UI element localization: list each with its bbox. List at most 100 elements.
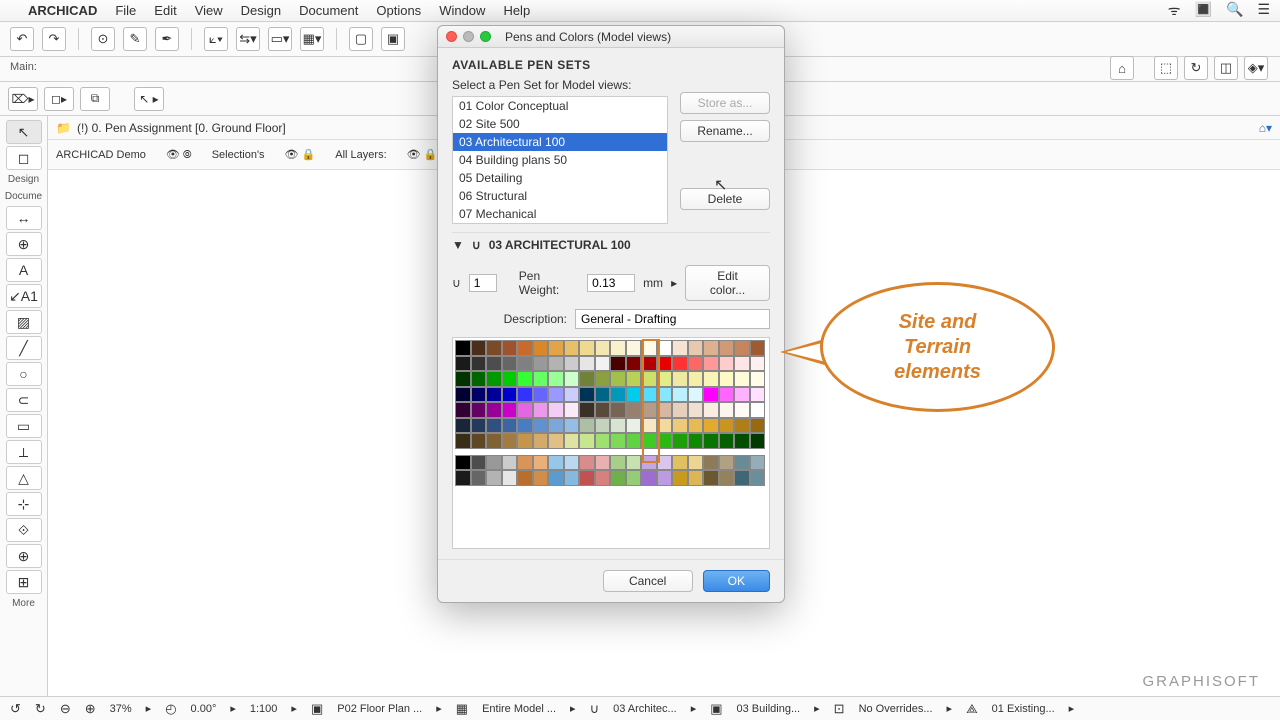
color-swatch[interactable] [486, 402, 502, 418]
color-swatch[interactable] [471, 371, 487, 387]
menu-document[interactable]: Document [299, 3, 358, 18]
color-swatch[interactable] [579, 433, 595, 449]
color-swatch[interactable] [610, 387, 626, 403]
color-swatch[interactable] [564, 371, 580, 387]
color-swatch[interactable] [641, 455, 657, 471]
color-swatch[interactable] [564, 433, 580, 449]
color-swatch[interactable] [734, 418, 750, 434]
next-view-icon[interactable]: ↻ [35, 701, 46, 717]
color-swatch[interactable] [548, 356, 564, 372]
redo-button[interactable]: ↷ [42, 27, 66, 51]
menu-edit[interactable]: Edit [154, 3, 176, 18]
dimension-button[interactable]: ▭▾ [268, 27, 292, 51]
color-swatch[interactable] [486, 470, 502, 486]
color-swatch[interactable] [610, 340, 626, 356]
color-swatch[interactable] [533, 340, 549, 356]
penset-item[interactable]: 07 Mechanical [453, 205, 667, 223]
color-swatch[interactable] [595, 356, 611, 372]
color-swatch[interactable] [455, 387, 471, 403]
color-swatch[interactable] [502, 356, 518, 372]
color-swatch[interactable] [688, 470, 704, 486]
color-swatch[interactable] [688, 433, 704, 449]
color-swatch[interactable] [471, 387, 487, 403]
change-tool[interactable]: ⟐ [6, 518, 42, 542]
color-swatch[interactable] [626, 356, 642, 372]
color-swatch[interactable] [517, 356, 533, 372]
color-swatch[interactable] [610, 371, 626, 387]
penset-item-selected[interactable]: 03 Architectural 100 [453, 133, 667, 151]
color-swatch[interactable] [548, 371, 564, 387]
color-swatch[interactable] [564, 418, 580, 434]
status-item-4[interactable]: No Overrides... [859, 703, 933, 715]
elev-tool[interactable]: △ [6, 466, 42, 490]
color-swatch[interactable] [688, 340, 704, 356]
scale-value[interactable]: 1:100 [250, 703, 278, 715]
color-swatch[interactable] [486, 387, 502, 403]
color-swatch[interactable] [610, 470, 626, 486]
color-swatch[interactable] [579, 455, 595, 471]
zoom-out-icon[interactable]: ⊖ [60, 701, 71, 717]
color-swatch[interactable] [719, 470, 735, 486]
color-swatch[interactable] [533, 356, 549, 372]
color-swatch[interactable] [719, 418, 735, 434]
rect-tool[interactable]: ◻▸ [44, 87, 74, 111]
color-swatch[interactable] [734, 387, 750, 403]
color-swatch[interactable] [548, 418, 564, 434]
grid-button[interactable]: ▦▾ [300, 27, 324, 51]
color-swatch[interactable] [626, 371, 642, 387]
zoom-value[interactable]: 37% [110, 703, 132, 715]
color-swatch[interactable] [502, 418, 518, 434]
color-swatch[interactable] [595, 387, 611, 403]
color-swatch[interactable] [719, 402, 735, 418]
dim-tool[interactable]: ↔ [6, 206, 42, 230]
color-swatch[interactable] [471, 418, 487, 434]
edit-color-button[interactable]: Edit color... [685, 265, 770, 301]
link-tool[interactable]: ⧉ [80, 87, 110, 111]
color-swatch[interactable] [626, 418, 642, 434]
color-swatch[interactable] [595, 402, 611, 418]
color-swatch[interactable] [657, 418, 673, 434]
color-swatch[interactable] [641, 433, 657, 449]
color-swatch[interactable] [703, 356, 719, 372]
color-swatch[interactable] [533, 455, 549, 471]
menu-file[interactable]: File [115, 3, 136, 18]
pen-weight-field[interactable] [587, 274, 635, 292]
menu-view[interactable]: View [195, 3, 223, 18]
detail-tool[interactable]: ⊹ [6, 492, 42, 516]
color-swatch[interactable] [657, 371, 673, 387]
color-swatch[interactable] [626, 455, 642, 471]
color-swatch[interactable] [579, 340, 595, 356]
color-swatch[interactable] [455, 402, 471, 418]
penset-list[interactable]: 01 Color Conceptual 02 Site 500 03 Archi… [452, 96, 668, 224]
spotlight-icon[interactable]: 🔍 [1226, 1, 1243, 20]
color-swatch[interactable] [703, 455, 719, 471]
section-header[interactable]: ▼ ∪ 03 ARCHITECTURAL 100 [452, 232, 770, 257]
palette-grid-2[interactable] [455, 455, 767, 486]
zoom-icon[interactable] [480, 31, 491, 42]
color-swatch[interactable] [502, 387, 518, 403]
color-swatch[interactable] [719, 433, 735, 449]
color-swatch[interactable] [626, 340, 642, 356]
color-swatch[interactable] [688, 356, 704, 372]
color-swatch[interactable] [688, 418, 704, 434]
color-swatch[interactable] [595, 340, 611, 356]
home-button[interactable]: ⌂ [1110, 56, 1134, 80]
marquee-tool[interactable]: ⌦▸ [8, 87, 38, 111]
color-swatch[interactable] [657, 356, 673, 372]
color-swatch[interactable] [703, 470, 719, 486]
label-tool[interactable]: ↙A1 [6, 284, 42, 308]
zoom-in-icon[interactable]: ⊕ [85, 701, 96, 717]
description-field[interactable] [575, 309, 770, 329]
color-swatch[interactable] [688, 402, 704, 418]
color-swatch[interactable] [471, 356, 487, 372]
color-swatch[interactable] [486, 340, 502, 356]
color-swatch[interactable] [579, 387, 595, 403]
penset-item[interactable]: 02 Site 500 [453, 115, 667, 133]
prev-view-icon[interactable]: ↺ [10, 701, 21, 717]
color-swatch[interactable] [626, 470, 642, 486]
close-icon[interactable] [446, 31, 457, 42]
color-swatch[interactable] [548, 433, 564, 449]
grid-tool[interactable]: ⊕ [6, 544, 42, 568]
rename-button[interactable]: Rename... [680, 120, 770, 142]
color-swatch[interactable] [657, 433, 673, 449]
